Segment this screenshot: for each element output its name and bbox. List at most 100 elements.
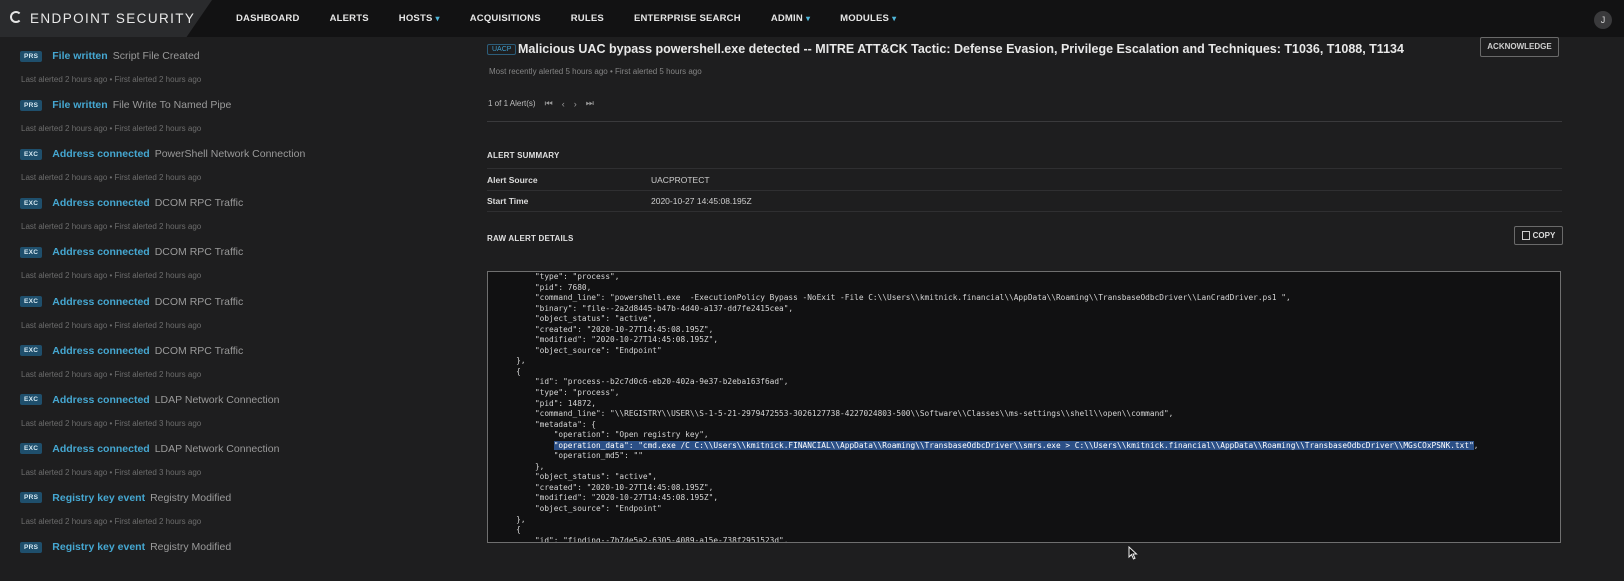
alert-list-item-title[interactable]: Registry key event	[52, 541, 145, 553]
raw-json-line: "binary": "file--2a2d8445-b47b-4d40-a137…	[488, 303, 794, 313]
alert-list-item-title[interactable]: Address connected	[52, 345, 149, 357]
raw-json-line: "pid": 14872,	[488, 398, 596, 408]
alert-list-item[interactable]: PRS File written File Write To Named Pipe L…	[0, 96, 470, 145]
alert-detail-panel: UACP Malicious UAC bypass powershell.exe…	[487, 37, 1624, 581]
alert-list-item-desc: LDAP Network Connection	[154, 393, 280, 406]
nav-item-acquisitions[interactable]: ACQUISITIONS	[470, 13, 541, 24]
start-time-label: Start Time	[487, 196, 529, 206]
alert-list-item-title[interactable]: File written	[52, 50, 107, 62]
user-avatar[interactable]: J	[1594, 11, 1612, 29]
main-nav: DASHBOARD ALERTS HOSTS ▾ ACQUISITIONS RULES EN…	[236, 0, 926, 37]
alert-list-item-header: PRS File written File Write To Named Pipe	[20, 96, 231, 114]
brand[interactable]: ENDPOINT SECURITY	[0, 0, 212, 37]
raw-json-line: "pid": 7680,	[488, 282, 592, 292]
divider	[487, 121, 1562, 122]
alert-type-badge: PRS	[20, 541, 43, 553]
alert-list-item[interactable]: EXC Address connected DCOM RPC Traffic Last…	[0, 293, 470, 342]
alert-title: Malicious UAC bypass powershell.exe dete…	[518, 42, 1404, 56]
alert-list-item-title[interactable]: Address connected	[52, 394, 149, 406]
alert-list-item-desc: Registry Modified	[150, 541, 232, 553]
alert-list: PRS File written Script File Created Last a…	[0, 37, 470, 581]
raw-json-line: "object_status": "active",	[488, 314, 657, 324]
raw-alert-details-heading: RAW ALERT DETAILS	[487, 234, 574, 243]
alert-list-item[interactable]: PRS Registry key event Registry Modified	[0, 538, 470, 581]
nav-item-label: MODULES	[840, 13, 890, 24]
alert-list-item-title[interactable]: Address connected	[52, 296, 149, 308]
alert-type-badge: EXC	[20, 394, 43, 406]
nav-item-modules[interactable]: MODULES ▾	[840, 13, 896, 24]
raw-json-line: "object_status": "active",	[488, 472, 657, 482]
alert-list-item[interactable]: EXC Address connected DCOM RPC Traffic Last…	[0, 342, 470, 391]
alert-type-badge: PRS	[20, 99, 43, 111]
alert-list-item[interactable]: PRS File written Script File Created Last a…	[0, 47, 470, 96]
alert-type-badge: EXC	[20, 296, 43, 307]
alert-list-item[interactable]: PRS Registry key event Registry Modified La…	[0, 489, 470, 538]
selected-text: "operation_data": "cmd.exe /C C:\\Users\…	[553, 440, 1474, 450]
alert-list-item-title[interactable]: Address connected	[52, 197, 149, 209]
pager-text: 1 of 1 Alert(s)	[488, 99, 536, 108]
alert-list-item-header: EXC Address connected DCOM RPC Traffic	[20, 342, 243, 360]
alert-list-item[interactable]: EXC Address connected LDAP Network Connect…	[0, 440, 470, 489]
nav-item-label: ALERTS	[329, 13, 369, 24]
divider	[487, 190, 1562, 191]
alert-type-badge: EXC	[20, 197, 43, 209]
alert-list-item-header: PRS Registry key event Registry Modified	[20, 538, 231, 556]
alert-list-item-title[interactable]: Address connected	[52, 246, 149, 258]
raw-alert-json[interactable]: "type": "process", "pid": 7680, "command…	[487, 271, 1561, 543]
chevron-down-icon: ▾	[805, 14, 811, 23]
copy-button[interactable]: COPY	[1514, 226, 1563, 245]
alert-list-item[interactable]: EXC Address connected PowerShell Network C…	[0, 145, 470, 194]
raw-json-line: },	[488, 514, 526, 524]
nav-item-label: ACQUISITIONS	[469, 13, 541, 24]
alert-list-item-desc: DCOM RPC Traffic	[154, 197, 244, 210]
alert-list-item-meta: Last alerted 2 hours ago • First alerted…	[21, 418, 202, 428]
alert-list-item-meta: Last alerted 2 hours ago • First alerted…	[21, 467, 202, 477]
nav-item-rules[interactable]: RULES	[571, 13, 604, 24]
alert-list-item-desc: File Write To Named Pipe	[112, 99, 232, 112]
nav-item-dashboard[interactable]: DASHBOARD	[236, 13, 300, 24]
raw-json-line: "metadata": {	[488, 419, 596, 429]
nav-item-label: ENTERPRISE SEARCH	[633, 13, 741, 24]
raw-json-line: },	[488, 356, 526, 366]
copy-label: COPY	[1532, 231, 1556, 240]
alert-list-item-desc: DCOM RPC Traffic	[154, 344, 244, 357]
divider	[487, 168, 1562, 169]
alert-list-item[interactable]: EXC Address connected LDAP Network Connect…	[0, 391, 470, 440]
last-page-icon[interactable]: ⏭	[586, 98, 594, 109]
alert-type-badge: EXC	[20, 345, 43, 357]
alert-type-badge: EXC	[20, 148, 43, 160]
raw-json-line: "command_line": "\\REGISTRY\\USER\\S-1-5…	[488, 409, 1174, 419]
alert-list-item-header: EXC Address connected PowerShell Network C…	[20, 145, 305, 163]
alert-list-item[interactable]: EXC Address connected DCOM RPC Traffic Last…	[0, 243, 470, 292]
raw-json-line: {	[488, 525, 521, 535]
alert-list-item-header: PRS File written Script File Created	[20, 47, 200, 65]
nav-item-alerts[interactable]: ALERTS	[330, 13, 369, 24]
alert-list-item-meta: Last alerted 2 hours ago • First alerted…	[21, 516, 202, 526]
alert-list-item-title[interactable]: File written	[52, 99, 107, 111]
acknowledge-button[interactable]: ACKNOWLEDGE	[1480, 37, 1559, 57]
nav-item-label: DASHBOARD	[236, 13, 300, 24]
chevron-down-icon: ▾	[435, 14, 440, 23]
alert-list-item-title[interactable]: Address connected	[52, 148, 149, 160]
nav-item-label: HOSTS	[398, 13, 433, 24]
prev-page-icon[interactable]: ‹	[562, 99, 565, 109]
brand-name: ENDPOINT SECURITY	[30, 11, 196, 26]
alert-list-item-title[interactable]: Address connected	[52, 443, 149, 455]
nav-item-admin[interactable]: ADMIN ▾	[771, 13, 810, 24]
raw-json-line: "modified": "2020-10-27T14:45:08.195Z",	[488, 335, 719, 345]
raw-json-line: "modified": "2020-10-27T14:45:08.195Z",	[488, 493, 719, 503]
alert-subtitle: Most recently alerted 5 hours ago • Firs…	[489, 67, 702, 76]
alert-list-item-meta: Last alerted 2 hours ago • First alerted…	[21, 271, 202, 281]
alert-source-value: UACPROTECT	[651, 175, 710, 185]
alert-list-item-header: EXC Address connected DCOM RPC Traffic	[20, 243, 243, 261]
nav-item-enterprise-search[interactable]: ENTERPRISE SEARCH	[634, 13, 741, 24]
alert-list-item[interactable]: EXC Address connected DCOM RPC Traffic Last…	[0, 194, 470, 243]
copy-icon	[1521, 231, 1530, 240]
next-page-icon[interactable]: ›	[574, 99, 577, 109]
alert-list-item-desc: DCOM RPC Traffic	[154, 246, 244, 259]
alert-list-item-title[interactable]: Registry key event	[52, 492, 145, 504]
alert-list-item-desc: LDAP Network Connection	[154, 442, 280, 455]
nav-item-hosts[interactable]: HOSTS ▾	[399, 13, 440, 24]
first-page-icon[interactable]: ⏮	[545, 98, 553, 109]
raw-json-line: "id": "process--b2c7d0c6-eb20-402a-9e37-…	[488, 377, 789, 387]
